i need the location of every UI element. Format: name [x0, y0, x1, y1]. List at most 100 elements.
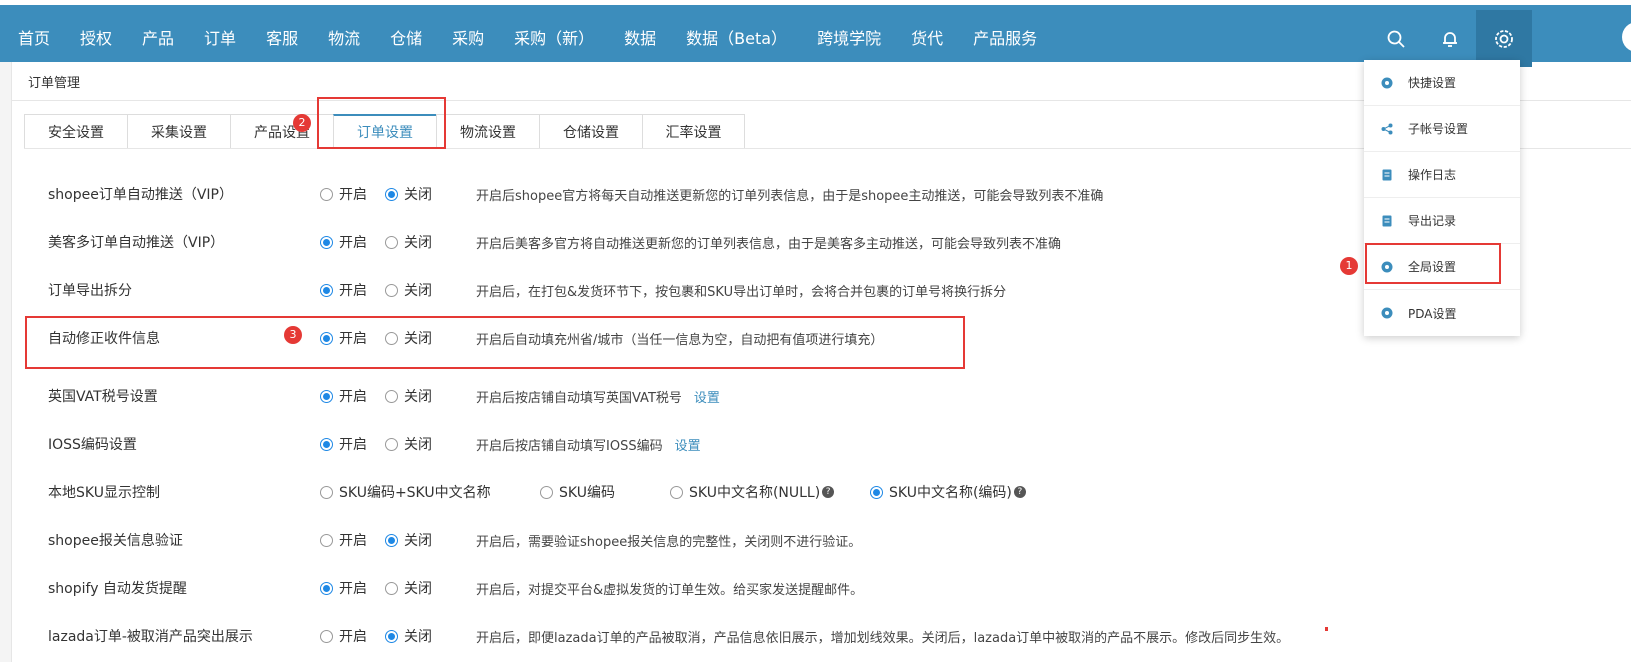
setting-row-ioss: IOSS编码设置 开启 关闭 开启后按店铺自动填写IOSS编码 设置: [24, 420, 1324, 468]
radio-off[interactable]: 关闭: [385, 184, 432, 204]
setting-label: 本地SKU显示控制: [48, 485, 160, 501]
ioss-settings-link[interactable]: 设置: [675, 439, 701, 454]
radio-group: 开启 关闭: [320, 184, 450, 204]
left-sidebar-strip: [0, 62, 12, 662]
radio-off[interactable]: 关闭: [385, 280, 432, 300]
radio-on[interactable]: 开启: [320, 386, 367, 406]
highlight-box-auto-fix-row: [25, 316, 965, 369]
radio-dot: [320, 235, 333, 249]
radio-sku-name-code[interactable]: SKU中文名称(编码)?: [870, 482, 1070, 502]
menu-item-export-records[interactable]: 导出记录: [1364, 198, 1520, 244]
gear-icon: [1495, 29, 1513, 48]
step-badge-2: 2: [293, 114, 311, 132]
nav-item-forwarder[interactable]: 货代: [896, 10, 958, 67]
radio-dot: [320, 187, 333, 201]
setting-row-shopee-push: shopee订单自动推送（VIP） 开启 关闭 开启后shopee官方将每天自动…: [24, 170, 1324, 218]
radio-on[interactable]: 开启: [320, 280, 367, 300]
help-icon[interactable]: ?: [1013, 486, 1026, 498]
nav-item-academy[interactable]: 跨境学院: [802, 10, 896, 67]
setting-label: shopee报关信息验证: [48, 533, 183, 549]
setting-description: 开启后美客多官方将自动推送更新您的订单列表信息，由于是美客多主动推送，可能会导致…: [476, 236, 1062, 252]
radio-dot: [320, 485, 333, 499]
nav-item-warehouse[interactable]: 仓储: [375, 10, 437, 67]
setting-row-mercado-push: 美客多订单自动推送（VIP） 开启 关闭 开启后美客多官方将自动推送更新您的订单…: [24, 218, 1324, 266]
radio-off[interactable]: 关闭: [385, 232, 432, 252]
nav-item-home[interactable]: 首页: [0, 10, 65, 67]
radio-dot: [670, 485, 683, 499]
radio-on[interactable]: 开启: [320, 530, 367, 550]
radio-dot: [385, 235, 398, 249]
highlight-box-order-tab: [317, 97, 446, 149]
nav-item-products[interactable]: 产品: [127, 10, 189, 67]
radio-off[interactable]: 关闭: [385, 578, 432, 598]
avatar[interactable]: [1622, 22, 1631, 52]
menu-item-operation-log[interactable]: 操作日志: [1364, 152, 1520, 198]
step-badge-1: 1: [1340, 257, 1358, 275]
radio-on[interactable]: 开启: [320, 232, 367, 252]
radio-on[interactable]: 开启: [320, 184, 367, 204]
radio-sku-code-name[interactable]: SKU编码+SKU中文名称: [320, 482, 540, 502]
gear-circle-icon: [1380, 76, 1394, 90]
setting-label: 美客多订单自动推送（VIP）: [48, 235, 225, 251]
menu-item-quick-settings[interactable]: 快捷设置: [1364, 60, 1520, 106]
radio-group: 开启 关闭: [320, 578, 450, 598]
nav-item-purchase-new[interactable]: 采购（新）: [499, 10, 609, 67]
nav-item-customer-service[interactable]: 客服: [251, 10, 313, 67]
radio-dot: [320, 283, 333, 297]
nav-item-orders[interactable]: 订单: [189, 10, 251, 67]
nav-item-logistics[interactable]: 物流: [313, 10, 375, 67]
search-button[interactable]: [1368, 10, 1424, 67]
tab-warehouse[interactable]: 仓储设置: [539, 114, 642, 149]
highlight-box-global-settings: [1365, 243, 1501, 284]
radio-off[interactable]: 关闭: [385, 530, 432, 550]
help-icon[interactable]: ?: [822, 486, 835, 498]
setting-description: 开启后，在打包&发货环节下，按包裹和SKU导出订单时，会将合并包裹的订单号将换行…: [476, 284, 1007, 300]
tab-security[interactable]: 安全设置: [24, 114, 127, 149]
step-badge-3: 3: [284, 326, 302, 344]
radio-group: 开启 关闭: [320, 232, 450, 252]
radio-dot: [385, 629, 398, 643]
setting-row-export-split: 订单导出拆分 开启 关闭 开启后，在打包&发货环节下，按包裹和SKU导出订单时，…: [24, 266, 1324, 314]
radio-off[interactable]: 关闭: [385, 434, 432, 454]
tab-collection[interactable]: 采集设置: [127, 114, 230, 149]
radio-off[interactable]: 关闭: [385, 626, 432, 646]
setting-description: 开启后，对提交平台&虚拟发货的订单生效。给买家发送提醒邮件。: [476, 582, 864, 598]
radio-on[interactable]: 开启: [320, 434, 367, 454]
nav-item-data-beta[interactable]: 数据（Beta）: [671, 10, 802, 67]
cursor-mark: [1325, 627, 1328, 631]
setting-description: 开启后按店铺自动填写IOSS编码 设置: [476, 438, 701, 454]
settings-dropdown-menu: 快捷设置 子帐号设置 操作日志 导出记录 全局设置 PDA设置: [1364, 60, 1520, 336]
notification-button[interactable]: [1422, 10, 1478, 67]
radio-sku-name-null[interactable]: SKU中文名称(NULL)?: [670, 482, 870, 502]
radio-off[interactable]: 关闭: [385, 386, 432, 406]
settings-button[interactable]: [1476, 10, 1532, 67]
setting-row-lazada-cancelled: lazada订单-被取消产品突出展示 开启 关闭 开启后，即便lazada订单的…: [24, 612, 1324, 660]
share-icon: [1380, 122, 1394, 136]
menu-item-pda-settings[interactable]: PDA设置: [1364, 290, 1520, 336]
radio-dot: [870, 485, 883, 499]
main-nav: 首页 授权 产品 订单 客服 物流 仓储 采购 采购（新） 数据 数据（Beta…: [0, 10, 1052, 67]
nav-item-data[interactable]: 数据: [609, 10, 671, 67]
uk-vat-settings-link[interactable]: 设置: [694, 391, 720, 406]
setting-description: 开启后按店铺自动填写英国VAT税号 设置: [476, 390, 720, 406]
top-nav-bar: 首页 授权 产品 订单 客服 物流 仓储 采购 采购（新） 数据 数据（Beta…: [0, 0, 1631, 67]
nav-item-authorize[interactable]: 授权: [65, 10, 127, 67]
nav-item-purchase[interactable]: 采购: [437, 10, 499, 67]
radio-dot: [385, 389, 398, 403]
nav-item-product-services[interactable]: 产品服务: [958, 10, 1052, 67]
radio-dot: [385, 533, 398, 547]
setting-label: IOSS编码设置: [48, 437, 137, 453]
setting-row-shopify-reminder: shopify 自动发货提醒 开启 关闭 开启后，对提交平台&虚拟发货的订单生效…: [24, 564, 1324, 612]
radio-on[interactable]: 开启: [320, 626, 367, 646]
radio-on[interactable]: 开启: [320, 578, 367, 598]
setting-row-shopee-customs: shopee报关信息验证 开启 关闭 开启后，需要验证shopee报关信息的完整…: [24, 516, 1324, 564]
tab-exchange-rate[interactable]: 汇率设置: [642, 114, 745, 149]
radio-sku-code[interactable]: SKU编码: [540, 482, 670, 502]
radio-group: 开启 关闭: [320, 530, 450, 550]
tab-logistics[interactable]: 物流设置: [436, 114, 539, 149]
radio-dot: [385, 283, 398, 297]
radio-dot: [320, 533, 333, 547]
document-icon: [1380, 168, 1394, 182]
menu-item-subaccount-settings[interactable]: 子帐号设置: [1364, 106, 1520, 152]
document-icon: [1380, 214, 1394, 228]
